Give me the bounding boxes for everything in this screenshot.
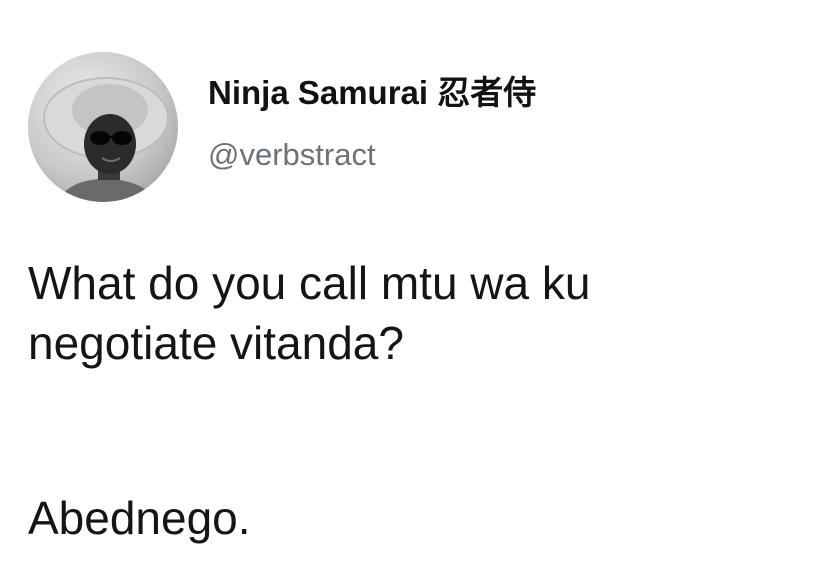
tweet-punchline: Abednego.: [28, 492, 251, 544]
avatar[interactable]: [28, 52, 178, 202]
user-photo-avatar-icon: [28, 52, 178, 202]
tweet-body: What do you call mtu wa ku negotiate vit…: [28, 253, 798, 373]
tweet-text-line: negotiate vitanda?: [28, 317, 404, 369]
author-display-name[interactable]: Ninja Samurai 忍者侍: [208, 73, 536, 113]
tweet-text-line: What do you call mtu wa ku: [28, 257, 591, 309]
tweet-card: Ninja Samurai 忍者侍 @verbstract What do yo…: [0, 0, 815, 585]
author-handle[interactable]: @verbstract: [208, 135, 536, 175]
tweet-header: Ninja Samurai 忍者侍 @verbstract: [28, 52, 536, 202]
author-identity: Ninja Samurai 忍者侍 @verbstract: [208, 73, 536, 175]
